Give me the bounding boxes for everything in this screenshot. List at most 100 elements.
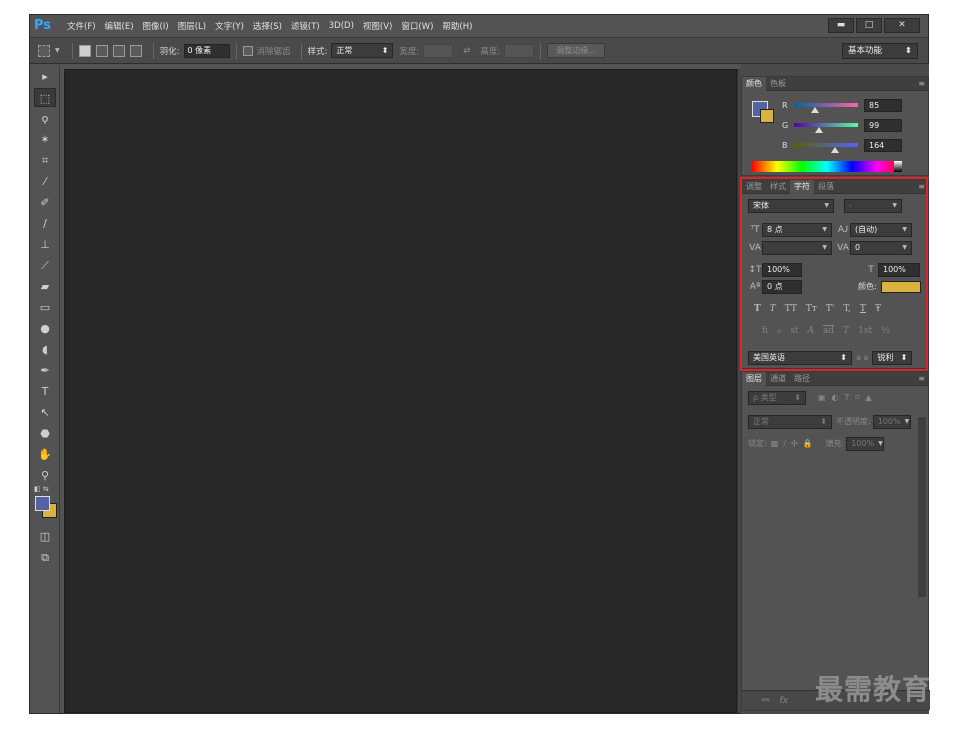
font-family-select[interactable]: 宋体 ▼ — [748, 198, 834, 213]
zoom-tool-icon[interactable]: ⚲ — [34, 466, 56, 485]
menu-3d[interactable]: 3D(D) — [329, 21, 354, 31]
path-selection-tool-icon[interactable]: ↖ — [34, 403, 56, 422]
crop-tool-icon[interactable]: ⌗ — [34, 151, 56, 170]
b-slider-knob[interactable] — [831, 147, 840, 153]
type-tool-icon[interactable]: T — [34, 382, 56, 401]
gradient-tool-icon[interactable]: ▭ — [34, 298, 56, 317]
menu-help[interactable]: 帮助(H) — [442, 20, 472, 32]
panel-menu-icon[interactable]: ≡ — [918, 180, 925, 194]
color-spectrum-ramp[interactable] — [752, 161, 902, 172]
r-slider-knob[interactable] — [811, 107, 820, 113]
tab-layers[interactable]: 图层 — [742, 371, 766, 386]
superscript-button[interactable]: T' — [826, 304, 834, 314]
width-input[interactable] — [423, 43, 454, 58]
menu-select[interactable]: 选择(S) — [253, 20, 282, 32]
layer-style-icon[interactable]: fx — [780, 696, 789, 706]
layer-filter-select[interactable]: ρ 类型 ⬍ — [748, 390, 806, 405]
color-swatches[interactable]: ◧ ⇆ — [30, 485, 60, 525]
baseline-shift-input[interactable]: 0 点 — [762, 279, 802, 294]
font-style-select[interactable]: - ▼ — [844, 198, 902, 213]
dodge-tool-icon[interactable]: ◖ — [34, 340, 56, 359]
add-selection-icon[interactable] — [95, 44, 108, 57]
quick-mask-icon[interactable]: ◫ — [34, 527, 56, 546]
tab-styles[interactable]: 样式 — [766, 180, 790, 194]
horizontal-scale-input[interactable]: 100% — [878, 262, 920, 277]
g-slider-knob[interactable] — [814, 127, 823, 133]
tab-channels[interactable]: 通道 — [766, 372, 790, 386]
tab-character[interactable]: 字符 — [790, 179, 814, 194]
kerning-select[interactable]: ▼ — [762, 240, 832, 255]
vertical-scale-input[interactable]: 100% — [762, 262, 802, 277]
menu-type[interactable]: 文字(Y) — [215, 20, 244, 32]
lasso-tool-icon[interactable]: ϙ — [34, 109, 56, 128]
ligature-button[interactable]: fi — [762, 326, 768, 336]
tab-paths[interactable]: 路径 — [790, 372, 814, 386]
stylistic-alt-button[interactable]: A — [807, 326, 814, 336]
tab-adjustments[interactable]: 调整 — [742, 180, 766, 194]
antialias-select[interactable]: 锐利 ⬍ — [872, 350, 913, 365]
pen-tool-icon[interactable]: ✒ — [34, 361, 56, 380]
color-background-swatch[interactable] — [760, 109, 774, 123]
r-value-input[interactable]: 85 — [864, 98, 902, 112]
blend-mode-select[interactable]: 正常 ⬍ — [748, 414, 832, 429]
swap-icon[interactable]: ⇄ — [463, 46, 470, 56]
opacity-input[interactable]: 100% ▼ — [872, 414, 911, 429]
strikethrough-button[interactable]: Ŧ — [875, 304, 881, 314]
brush-tool-icon[interactable]: ∕ — [34, 214, 56, 233]
refine-edge-button[interactable]: 调整边缘... — [547, 43, 605, 58]
language-select[interactable]: 美国英语 ⬍ — [748, 350, 852, 365]
b-value-input[interactable]: 164 — [864, 138, 902, 152]
healing-brush-tool-icon[interactable]: ✐ — [34, 193, 56, 212]
all-caps-button[interactable]: TT — [785, 304, 797, 314]
tab-color[interactable]: 颜色 — [742, 76, 766, 91]
move-tool-icon[interactable]: ▸ — [34, 67, 56, 86]
menu-layer[interactable]: 图层(L) — [178, 20, 206, 32]
titling-alt-button[interactable]: ad — [823, 326, 834, 336]
feather-input[interactable]: 0 像素 — [183, 43, 230, 58]
panel-menu-icon[interactable]: ≡ — [918, 77, 925, 91]
fractions-ordinal-button[interactable]: 1st — [858, 326, 872, 336]
chevron-down-icon[interactable]: ▼ — [55, 47, 60, 54]
menu-edit[interactable]: 编辑(E) — [105, 20, 134, 32]
font-size-select[interactable]: 8 点 ▼ — [762, 222, 832, 237]
clone-stamp-tool-icon[interactable]: ⊥ — [34, 235, 56, 254]
menu-filter[interactable]: 滤镜(T) — [291, 20, 320, 32]
intersect-selection-icon[interactable] — [129, 44, 142, 57]
rect-marquee-tool-icon[interactable]: ⬚ — [34, 88, 56, 107]
layer-filter-icons[interactable]: ▣◐T⌑▲ — [818, 393, 878, 402]
history-brush-tool-icon[interactable]: ⟋ — [34, 256, 56, 275]
new-selection-icon[interactable] — [78, 44, 91, 57]
antialias-checkbox[interactable] — [242, 45, 253, 56]
workspace-select[interactable]: 基本功能 ⬍ — [842, 43, 918, 59]
fractions-button[interactable]: ½ — [881, 326, 890, 336]
marquee-preset-icon[interactable] — [38, 44, 50, 57]
shape-tool-icon[interactable]: ⬣ — [34, 424, 56, 443]
swash-button[interactable]: st — [790, 326, 798, 336]
menu-file[interactable]: 文件(F) — [67, 20, 96, 32]
menu-image[interactable]: 图像(I) — [143, 20, 169, 32]
panel-menu-icon[interactable]: ≡ — [918, 372, 925, 386]
menu-window[interactable]: 窗口(W) — [401, 20, 433, 32]
subscript-button[interactable]: T, — [843, 304, 851, 314]
layers-scrollbar[interactable] — [918, 417, 926, 597]
document-canvas[interactable] — [64, 69, 737, 713]
close-button[interactable]: ✕ — [884, 18, 920, 33]
r-slider[interactable] — [794, 103, 858, 113]
underline-button[interactable]: T — [860, 304, 866, 314]
b-slider[interactable] — [794, 143, 858, 153]
height-input[interactable] — [504, 43, 535, 58]
minimize-button[interactable]: ▬ — [828, 18, 854, 33]
text-color-swatch[interactable] — [880, 280, 921, 293]
eyedropper-tool-icon[interactable]: ⁄ — [34, 172, 56, 191]
small-caps-button[interactable]: Tт — [806, 304, 817, 314]
screen-mode-icon[interactable]: ⧉ — [34, 548, 56, 567]
magic-wand-tool-icon[interactable]: ✶ — [34, 130, 56, 149]
faux-bold-button[interactable]: T — [754, 304, 761, 314]
fill-input[interactable]: 100% ▼ — [846, 436, 885, 451]
tracking-select[interactable]: 0 ▼ — [850, 240, 912, 255]
tab-swatches[interactable]: 色板 — [766, 77, 790, 91]
leading-select[interactable]: (自动) ▼ — [850, 222, 912, 237]
discretionary-ligature-button[interactable]: ℴ — [777, 326, 781, 336]
g-value-input[interactable]: 99 — [864, 118, 902, 132]
g-slider[interactable] — [794, 123, 858, 133]
